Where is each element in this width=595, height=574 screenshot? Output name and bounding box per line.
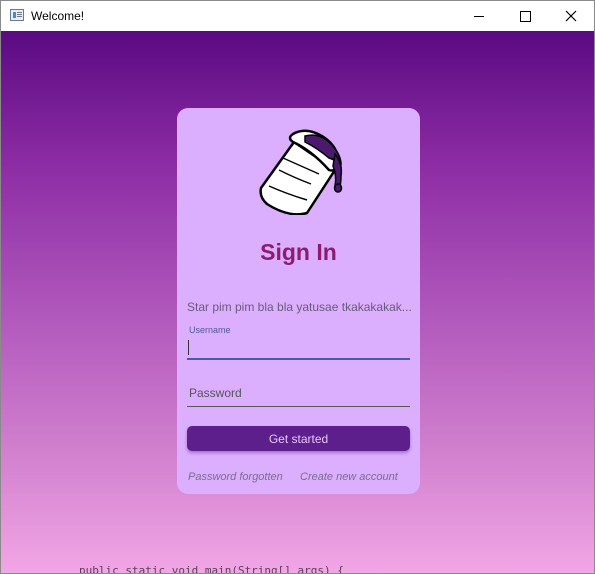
minimize-icon bbox=[474, 15, 484, 17]
description-text: Star pim pim bla bla yatusae tkakakakak.… bbox=[187, 300, 412, 314]
cup-icon bbox=[259, 129, 343, 215]
page-title: Sign In bbox=[260, 239, 337, 265]
app-icon bbox=[10, 9, 24, 21]
background-code-text: public static void main(String[] args) { bbox=[79, 565, 344, 573]
username-field[interactable]: Username bbox=[187, 320, 410, 360]
maximize-icon bbox=[519, 10, 531, 22]
password-field[interactable]: Password bbox=[187, 376, 410, 407]
window-title: Welcome! bbox=[31, 9, 85, 23]
title-bar[interactable]: Welcome! bbox=[1, 1, 594, 31]
password-underline bbox=[187, 406, 410, 407]
close-icon bbox=[565, 10, 577, 22]
text-caret bbox=[188, 340, 189, 355]
username-underline bbox=[187, 358, 410, 360]
create-account-link[interactable]: Create new account bbox=[300, 471, 398, 483]
get-started-button[interactable]: Get started bbox=[187, 426, 410, 451]
app-window: Welcome! public static void main(String[… bbox=[0, 0, 595, 574]
password-forgotten-link[interactable]: Password forgotten bbox=[188, 471, 283, 483]
login-card: Sign In Star pim pim bla bla yatusae tka… bbox=[177, 108, 420, 494]
close-button[interactable] bbox=[548, 1, 594, 31]
maximize-button[interactable] bbox=[502, 1, 548, 31]
password-placeholder: Password bbox=[189, 386, 242, 400]
minimize-button[interactable] bbox=[456, 1, 502, 31]
window-content: public static void main(String[] args) {… bbox=[1, 31, 594, 573]
username-label: Username bbox=[189, 325, 231, 335]
